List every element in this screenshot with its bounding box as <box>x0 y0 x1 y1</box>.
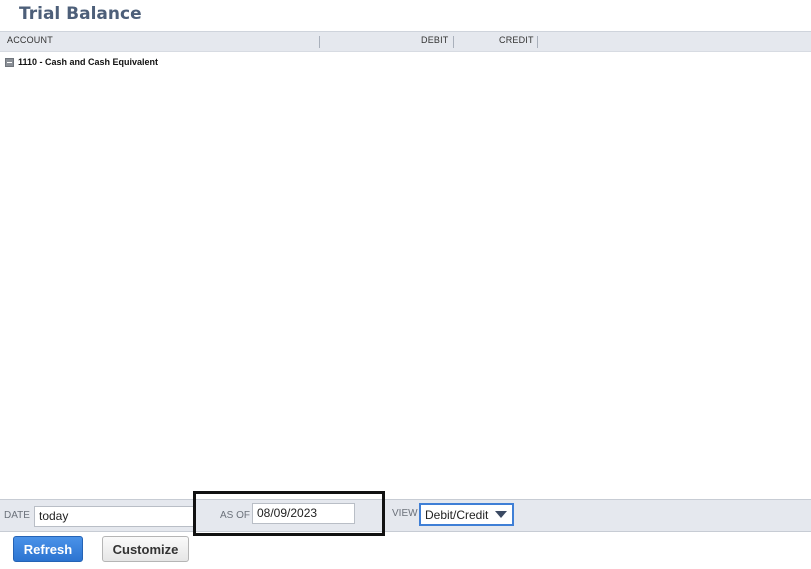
report-column-header: ACCOUNT DEBIT CREDIT <box>0 31 811 52</box>
refresh-button[interactable]: Refresh <box>13 536 83 562</box>
view-label: VIEW <box>392 508 418 519</box>
column-divider[interactable] <box>537 36 538 48</box>
column-divider[interactable] <box>319 36 320 48</box>
account-label[interactable]: 1110 - Cash and Cash Equivalent <box>18 57 158 67</box>
date-label: DATE <box>4 510 30 521</box>
as-of-highlight-box <box>193 491 385 536</box>
caret-down-icon[interactable] <box>495 511 507 518</box>
account-row: 1110 - Cash and Cash Equivalent <box>5 56 158 68</box>
minus-square-icon[interactable] <box>5 57 14 67</box>
date-input[interactable]: today <box>34 506 194 527</box>
customize-button[interactable]: Customize <box>102 536 189 562</box>
view-select-value: Debit/Credit <box>425 508 489 522</box>
view-select[interactable]: Debit/Credit <box>419 503 514 526</box>
page-title: Trial Balance <box>19 4 142 24</box>
column-header-account[interactable]: ACCOUNT <box>7 35 53 45</box>
column-header-debit[interactable]: DEBIT <box>421 35 449 45</box>
filter-bar: DATE today AS OF 08/09/2023 VIEW <box>0 499 811 532</box>
column-divider[interactable] <box>453 36 454 48</box>
column-header-credit[interactable]: CREDIT <box>499 35 534 45</box>
